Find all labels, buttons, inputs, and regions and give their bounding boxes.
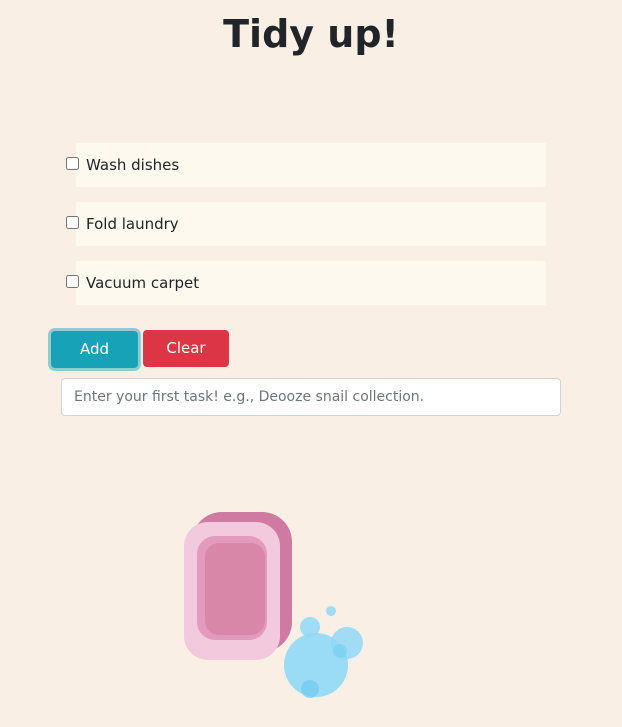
add-task-button[interactable]: Add task xyxy=(51,331,138,395)
soap-bar-face xyxy=(205,543,265,635)
clear-list-button[interactable]: Clear list xyxy=(143,330,229,394)
bubble-overlap xyxy=(333,644,347,658)
page-title: Tidy up! xyxy=(223,12,399,56)
soap-bar-with-bubbles-icon xyxy=(180,505,380,710)
task-checkbox[interactable] xyxy=(66,216,79,229)
task-item: Wash dishes xyxy=(61,143,546,187)
bubble-tiny xyxy=(326,606,336,616)
task-list: Wash dishes Fold laundry Vacuum carpet xyxy=(61,143,546,320)
task-label: Vacuum carpet xyxy=(86,274,200,292)
task-label: Fold laundry xyxy=(86,215,179,233)
task-item: Fold laundry xyxy=(61,202,546,246)
task-item: Vacuum carpet xyxy=(61,261,546,305)
task-input[interactable] xyxy=(61,378,561,416)
task-checkbox[interactable] xyxy=(66,157,79,170)
bubble-small-top xyxy=(300,617,320,637)
task-label: Wash dishes xyxy=(86,156,180,174)
task-checkbox[interactable] xyxy=(66,275,79,288)
bubble-small-bottom xyxy=(301,680,319,698)
